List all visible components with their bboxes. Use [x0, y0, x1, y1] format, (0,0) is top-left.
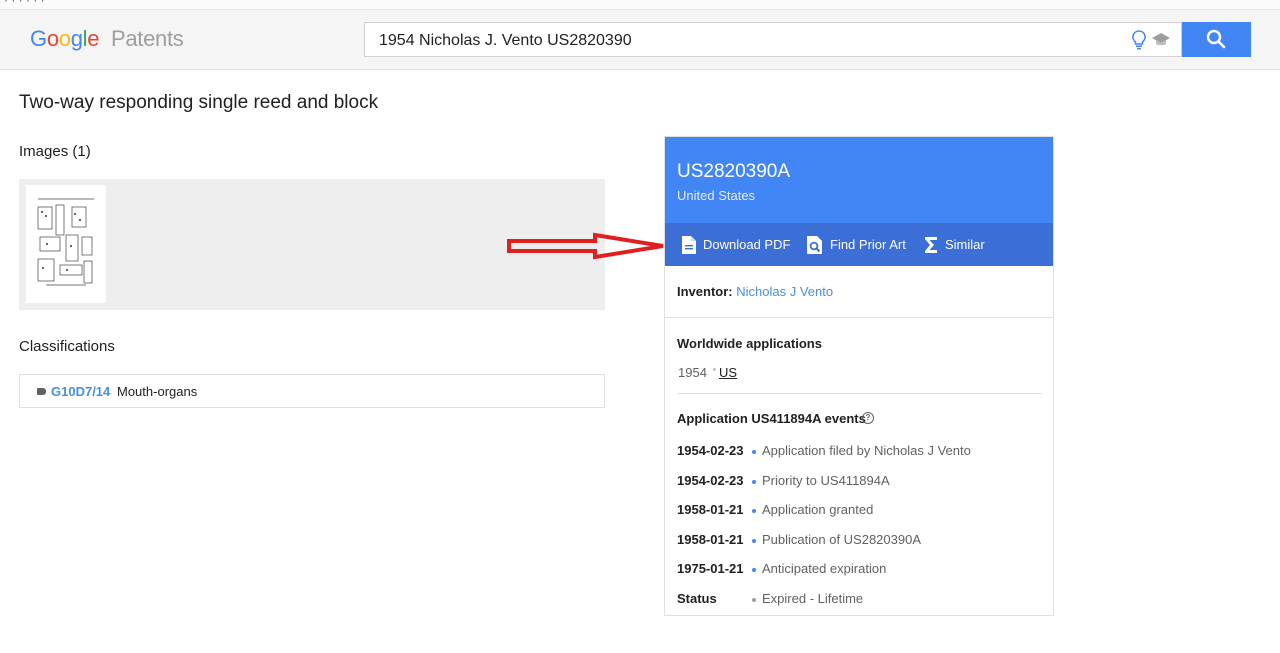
search-input[interactable]: [377, 23, 1121, 58]
event-row: Status Expired - Lifetime: [677, 591, 1047, 609]
similar-button[interactable]: Similar: [923, 223, 985, 266]
event-row: 1975-01-21 Anticipated expiration: [677, 561, 1047, 579]
classifications-heading: Classifications: [19, 338, 115, 355]
event-row: 1958-01-21 Application granted: [677, 502, 1047, 520]
images-heading: Images (1): [19, 143, 91, 160]
timeline-dot: [752, 509, 756, 513]
event-row: 1958-01-21 Publication of US2820390A: [677, 532, 1047, 550]
card-actions: Download PDF Find Prior Art Similar: [665, 223, 1053, 266]
google-patents-logo[interactable]: Google Patents: [30, 26, 184, 52]
patent-title: Two-way responding single reed and block: [19, 92, 379, 113]
red-annotation-arrow: [507, 232, 664, 260]
patent-summary-card: US2820390A United States Download PDF Fi…: [664, 136, 1054, 616]
inventor-name-link[interactable]: Nicholas J Vento: [736, 284, 833, 299]
status-label: Status: [677, 591, 717, 606]
timeline-dot: [752, 568, 756, 572]
worldwide-year: 1954: [678, 365, 707, 380]
event-text: Application granted: [762, 502, 874, 517]
find-prior-art-button[interactable]: Find Prior Art: [806, 223, 906, 266]
event-date: 1958-01-21: [677, 532, 744, 547]
event-text: Priority to US411894A: [762, 473, 890, 488]
download-pdf-button[interactable]: Download PDF: [681, 223, 790, 266]
event-row: 1954-02-23 Priority to US411894A: [677, 473, 1047, 491]
timeline-dot: [752, 450, 756, 454]
browser-bookmarks-strip: · · · · · ·: [0, 0, 1280, 10]
event-text: Application filed by Nicholas J Vento: [762, 443, 971, 458]
timeline-dot: [752, 539, 756, 543]
help-icon[interactable]: ?: [862, 412, 874, 424]
find-prior-art-label: Find Prior Art: [830, 237, 906, 252]
search-box: [364, 22, 1182, 58]
card-header: US2820390A United States: [665, 137, 1053, 223]
download-pdf-label: Download PDF: [703, 237, 791, 252]
events-heading: Application US411894A events: [677, 411, 866, 426]
search-document-icon: [807, 235, 822, 254]
lightbulb-icon[interactable]: [1129, 29, 1149, 51]
separator-dot: [713, 368, 716, 371]
classification-code-link[interactable]: G10D7/14: [51, 384, 110, 399]
inventor-label: Inventor:: [677, 284, 733, 299]
patent-drawing-thumbnail[interactable]: [26, 185, 106, 303]
event-date: 1954-02-23: [677, 443, 744, 458]
search-button[interactable]: [1182, 22, 1251, 57]
logo-patents-text: Patents: [110, 26, 184, 51]
document-icon: [682, 235, 696, 254]
worldwide-country-link[interactable]: US: [719, 365, 737, 380]
classification-description: Mouth-organs: [117, 384, 198, 399]
divider: [677, 393, 1042, 394]
search-icon: [1206, 29, 1226, 49]
inventor-line: Inventor: Nicholas J Vento: [677, 284, 833, 299]
similar-label: Similar: [945, 237, 985, 252]
worldwide-applications-heading: Worldwide applications: [677, 336, 822, 351]
event-text: Publication of US2820390A: [762, 532, 922, 547]
status-value: Expired - Lifetime: [762, 591, 864, 606]
timeline-dot: [752, 480, 756, 484]
event-date: 1975-01-21: [677, 561, 744, 576]
event-date: 1954-02-23: [677, 473, 744, 488]
event-date: 1958-01-21: [677, 502, 744, 517]
tag-icon: [37, 388, 46, 395]
event-row: 1954-02-23 Application filed by Nicholas…: [677, 443, 1047, 461]
graduation-cap-icon[interactable]: [1151, 30, 1171, 50]
publication-country: United States: [677, 188, 756, 203]
publication-number: US2820390A: [677, 161, 791, 182]
classification-row: G10D7/14 Mouth-organs: [19, 374, 605, 408]
divider: [665, 317, 1053, 318]
event-text: Anticipated expiration: [762, 561, 887, 576]
patents-header: Google Patents: [0, 10, 1280, 70]
drawing-sketch: [37, 198, 94, 286]
bookmark-fragment: · · · · · ·: [4, 0, 45, 7]
sigma-icon: [925, 236, 937, 253]
timeline-dot: [752, 598, 756, 602]
